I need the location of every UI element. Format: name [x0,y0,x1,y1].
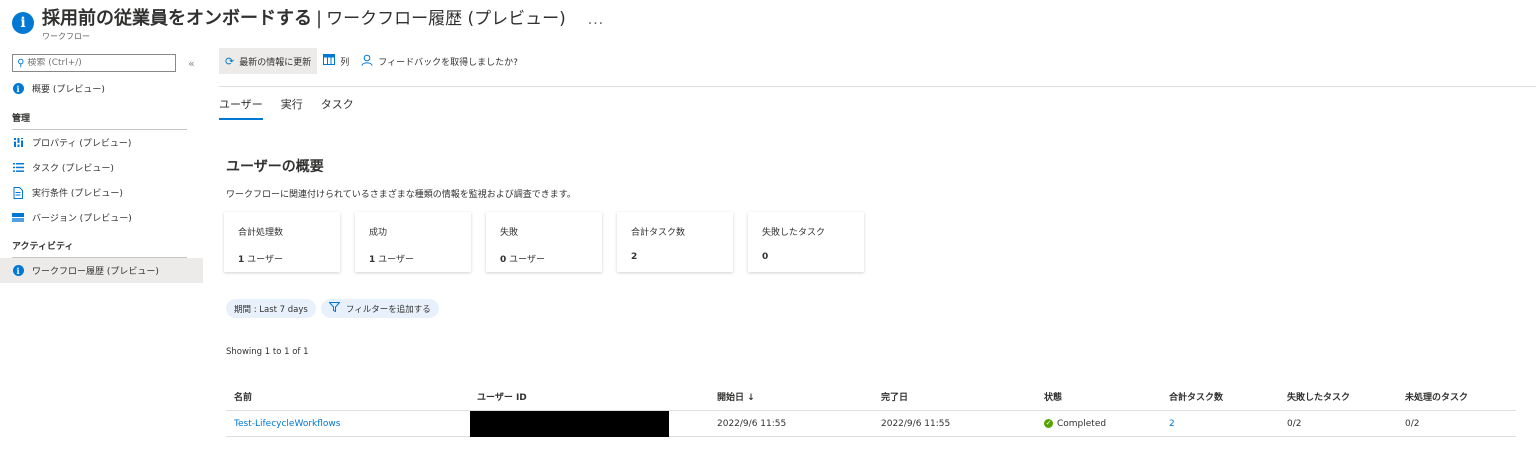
card-label: 成功 [369,228,388,238]
status-cell: ✓ Completed [1044,418,1107,429]
card-value: 0 ユーザー [500,255,545,265]
command-bar: ⟳ 最新の情報に更新 列 フィードバックを取得しましたか? [219,48,1536,74]
search-icon: ⚲ [17,57,25,69]
workflow-name-link[interactable]: Test-LifecycleWorkflows [234,419,340,429]
tab-bar: ユーザー 実行 タスク [219,96,372,120]
pending-tasks-cell: 0/2 [1405,418,1420,429]
column-header-user-id[interactable]: ユーザー ID [477,390,527,403]
end-date-cell: 2022/9/6 11:55 [881,418,951,429]
columns-button[interactable]: 列 [317,48,355,74]
filter-bar: 期間 : Last 7 days フィルターを追加する [226,299,444,318]
tasks-icon [12,162,24,174]
sidebar-search-row: ⚲ « [0,52,203,74]
sidebar-item-label: バージョン (プレビュー) [32,214,132,224]
overview-description: ワークフローに関連付けられているさまざまな種類の情報を監視および調査できます。 [226,190,576,200]
page-header: i 採用前の従業員をオンボードする | ワークフロー履歴 (プレビュー) ...… [12,4,604,44]
summary-card-failed-tasks: 失敗したタスク 0 [748,212,864,272]
sidebar-item-workflow-history[interactable]: i ワークフロー履歴 (プレビュー) [0,258,203,283]
card-value: 2 [631,252,638,262]
page-title: 採用前の従業員をオンボードする [42,8,312,29]
title-block: 採用前の従業員をオンボードする | ワークフロー履歴 (プレビュー) ... ワ… [42,4,604,42]
sidebar-item-label: 実行条件 (プレビュー) [32,189,123,199]
columns-label: 列 [340,57,350,68]
check-circle-icon: ✓ [1044,418,1053,428]
add-filter-label: フィルターを追加する [345,304,431,315]
sidebar-item-tasks[interactable]: タスク (プレビュー) [0,155,203,180]
feedback-button[interactable]: フィードバックを取得しましたか? [355,48,524,74]
sidebar: ⚲ « i 概要 (プレビュー) 管理 プロパティ (プレビュー) タスク (プ… [0,52,203,283]
toolbar-divider [219,86,1536,87]
sidebar-item-execution-conditions[interactable]: 実行条件 (プレビュー) [0,180,203,205]
feedback-label: フィードバックを取得しましたか? [378,57,518,68]
search-input[interactable] [27,58,168,68]
sidebar-item-label: 概要 (プレビュー) [32,85,105,95]
info-icon: i [12,83,24,95]
overview-title: ユーザーの概要 [226,159,324,175]
table-row: Test-LifecycleWorkflows 2022/9/6 11:55 2… [226,411,1516,437]
failed-tasks-cell: 0/2 [1287,418,1302,429]
column-header-pending-tasks[interactable]: 未処理のタスク [1405,390,1468,403]
column-header-total-tasks[interactable]: 合計タスク数 [1169,390,1223,403]
sidebar-item-overview[interactable]: i 概要 (プレビュー) [0,76,203,101]
summary-card-total-tasks: 合計タスク数 2 [617,212,733,272]
title-row: 採用前の従業員をオンボードする | ワークフロー履歴 (プレビュー) ... [42,4,604,30]
feedback-icon [361,54,373,69]
period-filter-pill[interactable]: 期間 : Last 7 days [226,299,316,318]
column-header-start-date[interactable]: 開始日 ↓ [717,390,755,403]
card-value: 0 [762,252,769,262]
tab-users[interactable]: ユーザー [219,96,263,120]
sidebar-item-label: プロパティ (プレビュー) [32,139,132,149]
tab-runs[interactable]: 実行 [281,96,303,120]
document-icon [12,186,24,199]
summary-card-failed: 失敗 0 ユーザー [486,212,602,272]
column-header-status[interactable]: 状態 [1044,390,1062,403]
filter-icon [328,302,341,315]
sidebar-item-label: ワークフロー履歴 (プレビュー) [32,267,159,277]
page-subtitle: ワークフロー [42,32,90,41]
summary-card-success: 成功 1 ユーザー [355,212,471,272]
total-tasks-link[interactable]: 2 [1169,419,1175,429]
properties-icon [12,137,24,149]
column-header-name[interactable]: 名前 [234,390,252,403]
refresh-label: 最新の情報に更新 [239,57,312,68]
search-box[interactable]: ⚲ [12,54,176,72]
table-header-row: 名前 ユーザー ID 開始日 ↓ 完了日 状態 合計タスク数 失敗したタスク 未… [226,383,1516,411]
page-section-title: ワークフロー履歴 (プレビュー) [326,9,566,29]
sidebar-item-versions[interactable]: バージョン (プレビュー) [0,205,203,230]
results-count: Showing 1 to 1 of 1 [226,347,309,357]
section-header-manage: 管理 [12,113,31,124]
collapse-sidebar-button[interactable]: « [188,57,195,70]
section-header-activity: アクティビティ [12,241,74,252]
add-filter-button[interactable]: フィルターを追加する [320,299,439,318]
refresh-button[interactable]: ⟳ 最新の情報に更新 [219,48,318,74]
card-value: 1 ユーザー [238,255,283,265]
column-header-failed-tasks[interactable]: 失敗したタスク [1287,390,1350,403]
redacted-user-id [470,411,669,437]
title-separator: | [316,8,323,29]
columns-icon [323,54,336,68]
info-icon: i [12,265,24,277]
user-table: 名前 ユーザー ID 開始日 ↓ 完了日 状態 合計タスク数 失敗したタスク 未… [226,383,1516,437]
summary-card-total-processed: 合計処理数 1 ユーザー [224,212,340,272]
versions-icon [12,212,24,224]
column-header-end-date[interactable]: 完了日 [881,390,908,403]
info-icon: i [12,12,34,34]
refresh-icon: ⟳ [225,54,235,68]
sidebar-item-label: タスク (プレビュー) [32,164,114,174]
status-text: Completed [1057,418,1107,429]
card-label: 合計タスク数 [631,228,686,238]
card-value: 1 ユーザー [369,255,414,265]
summary-cards: 合計処理数 1 ユーザー 成功 1 ユーザー 失敗 0 ユーザー 合計タスク数 … [224,212,879,272]
card-label: 失敗 [500,228,519,238]
card-label: 失敗したタスク [762,228,826,238]
tab-tasks[interactable]: タスク [321,96,354,120]
start-date-cell: 2022/9/6 11:55 [717,418,787,429]
sidebar-item-properties[interactable]: プロパティ (プレビュー) [0,130,203,155]
card-label: 合計処理数 [238,228,284,238]
more-options-button[interactable]: ... [588,12,604,28]
